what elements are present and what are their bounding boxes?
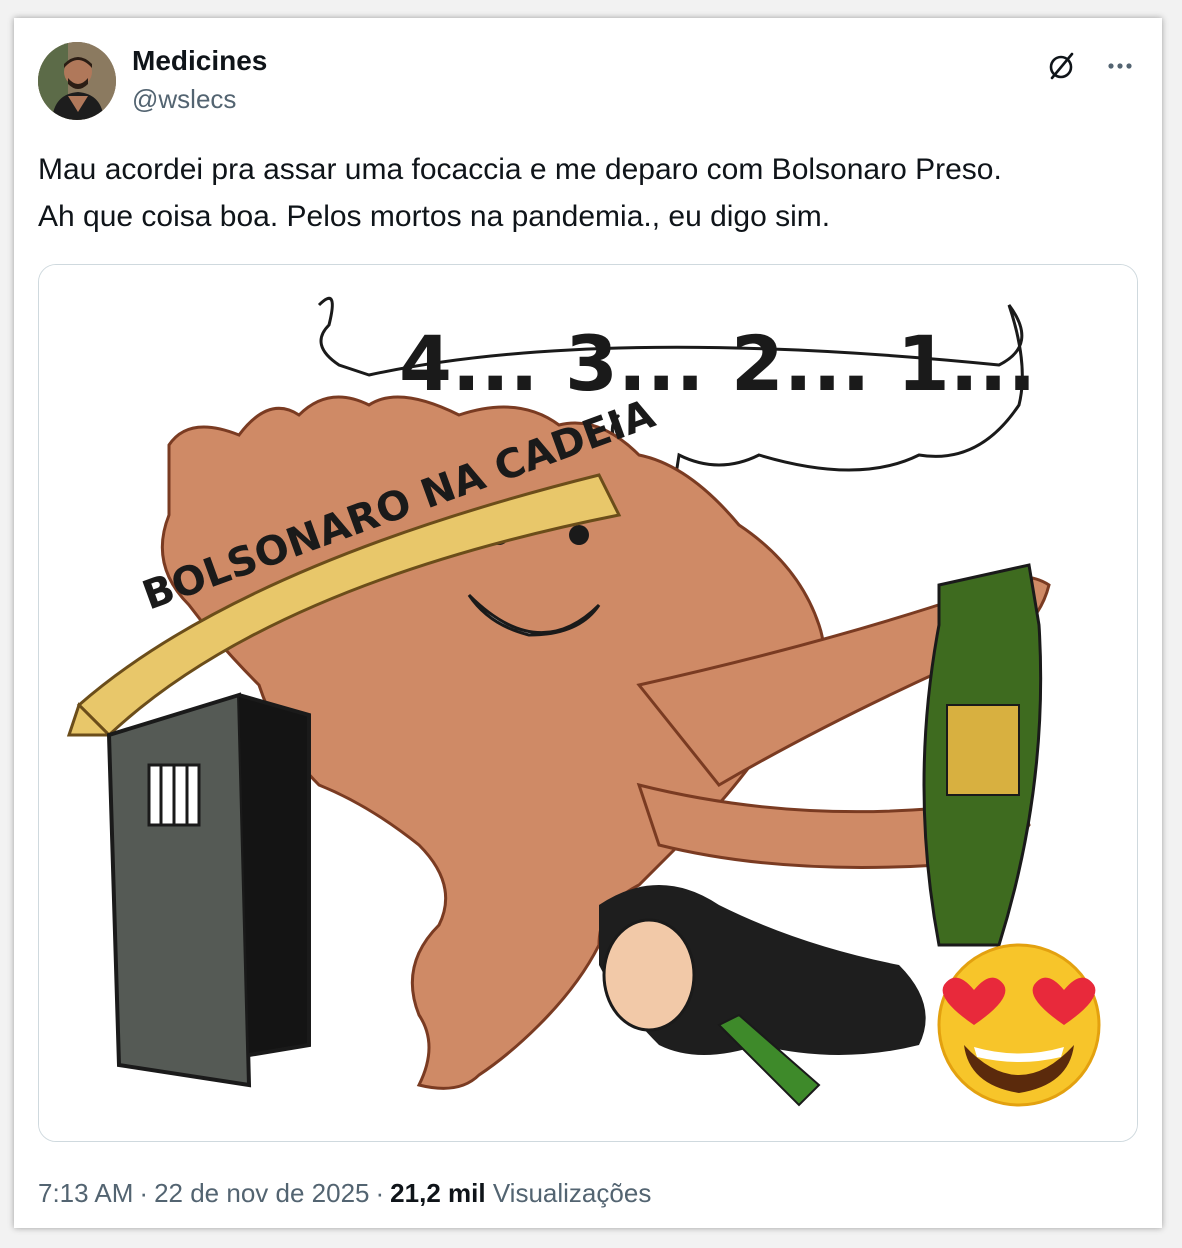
tweet-text: Mau acordei pra assar uma focaccia e me … — [38, 146, 1138, 240]
tweet-date[interactable]: 22 de nov de 2025 — [154, 1178, 369, 1208]
tweet-media-image[interactable]: 4... 3... 2... 1... BOLSONARO NA CADEIA — [38, 264, 1138, 1142]
tweet-header-actions — [1044, 48, 1138, 84]
tweet-text-line: Ah que coisa boa. Pelos mortos na pandem… — [38, 200, 831, 233]
tweet-time[interactable]: 7:13 AM — [38, 1178, 133, 1208]
more-horizontal-icon[interactable] — [1102, 48, 1138, 84]
slashed-circle-icon[interactable] — [1044, 48, 1080, 84]
cartoon-illustration: 4... 3... 2... 1... BOLSONARO NA CADEIA — [39, 265, 1137, 1141]
tweet-meta: 7:13 AM · 22 de nov de 2025 · 21,2 mil Visua… — [38, 1178, 651, 1209]
heart-eyes-emoji-icon — [937, 943, 1101, 1107]
tweet-card: Medicines @wslecs Mau acordei pra assar … — [14, 18, 1162, 1228]
separator-dot: · — [375, 1178, 385, 1208]
separator-dot: · — [139, 1178, 149, 1208]
avatar[interactable] — [38, 42, 116, 120]
views-label: Visualizações — [492, 1178, 652, 1208]
author-display-name[interactable]: Medicines — [132, 45, 267, 77]
views-count: 21,2 mil — [390, 1178, 486, 1208]
author-handle[interactable]: @wslecs — [132, 84, 236, 115]
tweet-text-line: Mau acordei pra assar uma focaccia e me … — [38, 153, 1002, 186]
countdown-text: 4... 3... 2... 1... — [399, 319, 1036, 408]
